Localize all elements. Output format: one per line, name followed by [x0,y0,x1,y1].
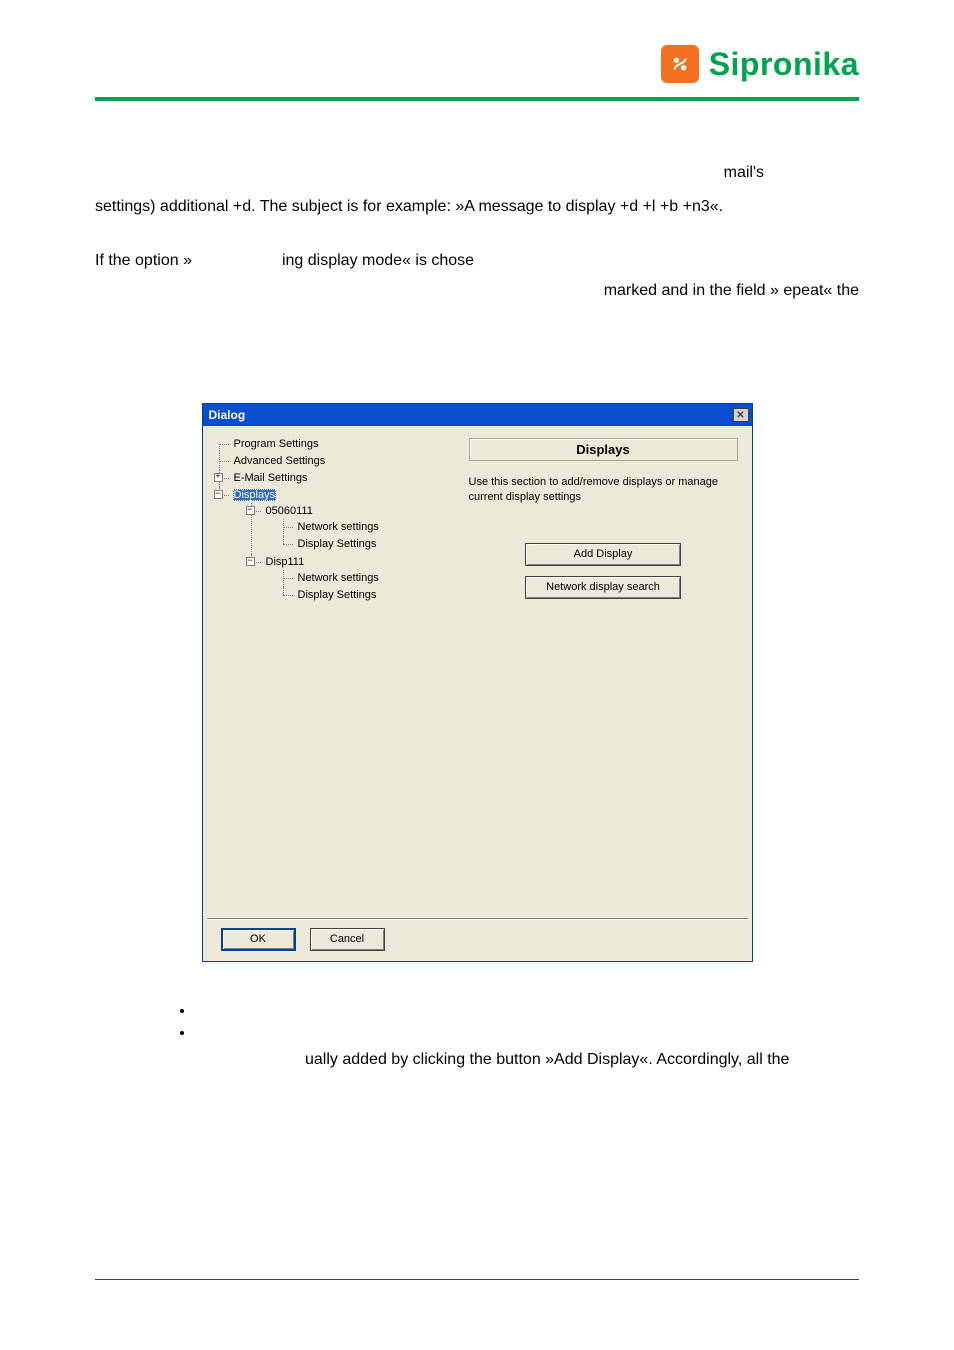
tree-item-display-2[interactable]: Disp111 [265,556,306,568]
cancel-button[interactable]: Cancel [310,928,385,951]
page-header: Sipronika [95,45,859,97]
brand-logo-icon [661,45,699,83]
text-fragment-4: marked and in the field » epeat« the [95,279,859,303]
text-fragment-1: mail's [95,161,859,185]
plus-icon[interactable]: + [214,473,223,482]
network-search-button[interactable]: Network display search [525,576,681,599]
dialog-title: Dialog [209,408,246,422]
text-fragment-2: settings) additional +d. The subject is … [95,195,859,219]
footer-rule [95,1279,859,1280]
ok-button[interactable]: OK [221,928,296,951]
tree-item-d2-display[interactable]: Display Settings [297,589,378,601]
tree-item-advanced-settings[interactable]: Advanced Settings [233,455,327,467]
panel-description: Use this section to add/remove displays … [469,475,738,505]
settings-dialog: Dialog ✕ Program Settings Advanced Setti… [202,403,753,962]
bullet-item [195,1002,859,1024]
dialog-titlebar[interactable]: Dialog ✕ [203,404,752,426]
tree-item-d2-network[interactable]: Network settings [297,572,380,584]
displays-panel: Displays Use this section to add/remove … [455,426,752,918]
add-display-button[interactable]: Add Display [525,543,681,566]
minus-icon[interactable]: − [246,506,255,515]
tree-item-displays[interactable]: Displays [233,489,277,501]
bullet-list [155,1002,859,1046]
settings-tree[interactable]: Program Settings Advanced Settings + E-Ma… [203,426,455,918]
text-fragment-3b: ing display mode« is chose [282,249,474,273]
text-fragment-3a: If the option » [95,249,192,273]
panel-heading: Displays [469,438,738,461]
minus-icon[interactable]: − [214,490,223,499]
bullet-item [195,1024,859,1046]
tree-item-program-settings[interactable]: Program Settings [233,438,320,450]
tree-item-display-1[interactable]: 05060111 [265,505,314,517]
brand-name: Sipronika [709,46,859,83]
minus-icon[interactable]: − [246,557,255,566]
tree-item-d1-display[interactable]: Display Settings [297,538,378,550]
text-fragment-5: ually added by clicking the button »Add … [95,1048,859,1072]
header-rule [95,97,859,101]
close-icon[interactable]: ✕ [733,408,749,422]
tree-item-d1-network[interactable]: Network settings [297,521,380,533]
tree-item-email-settings[interactable]: E-Mail Settings [233,472,309,484]
